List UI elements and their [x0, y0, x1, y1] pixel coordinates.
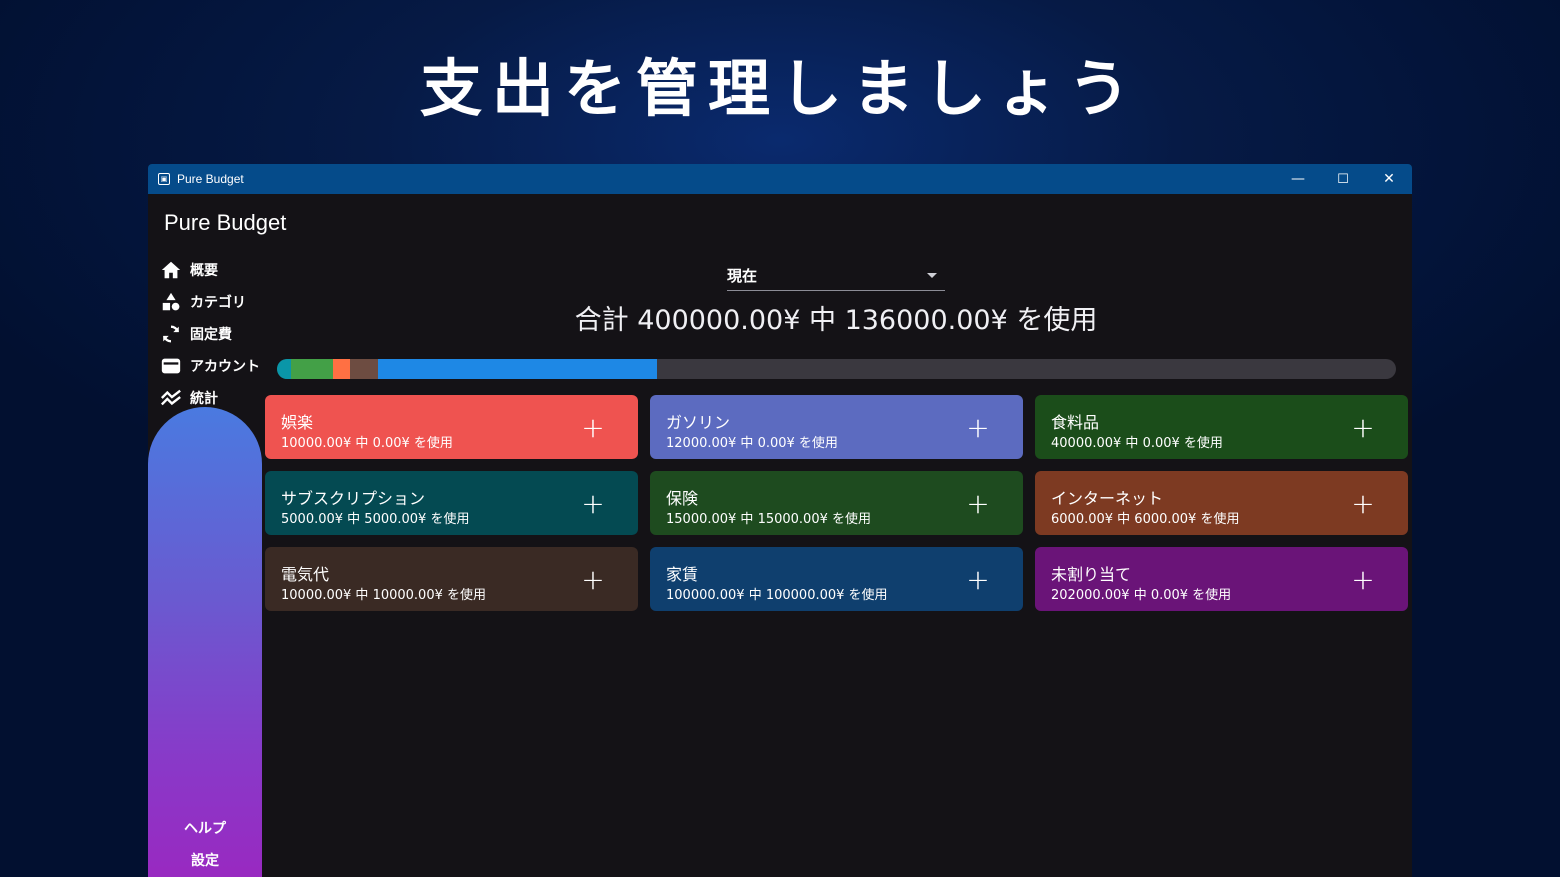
category-card-insurance[interactable]: 保険 15000.00¥ 中 15000.00¥ を使用 + [650, 471, 1023, 535]
progress-segment [290, 359, 333, 379]
category-usage: 202000.00¥ 中 0.00¥ を使用 [1051, 588, 1232, 603]
category-card-groceries[interactable]: 食料品 40000.00¥ 中 0.00¥ を使用 + [1035, 395, 1408, 459]
sidebar-title: Pure Budget [164, 210, 287, 235]
category-name: インターネット [1051, 489, 1164, 508]
window-title: Pure Budget [177, 172, 244, 186]
refresh-icon [162, 325, 180, 343]
budget-progress-bar [277, 359, 1396, 379]
progress-segment [332, 359, 350, 379]
category-name: 家賃 [666, 565, 699, 584]
sidebar-item-label: カテゴリ [190, 295, 246, 311]
category-usage: 5000.00¥ 中 5000.00¥ を使用 [281, 512, 470, 527]
period-selected: 現在 [727, 266, 758, 285]
category-usage: 10000.00¥ 中 10000.00¥ を使用 [281, 588, 486, 603]
title-bar: ▣ Pure Budget — ☐ ✕ [148, 164, 1412, 194]
minimize-button[interactable]: — [1275, 164, 1321, 194]
category-card-rent[interactable]: 家賃 100000.00¥ 中 100000.00¥ を使用 + [650, 547, 1023, 611]
sidebar-item-accounts[interactable]: アカウント [160, 350, 270, 382]
help-link[interactable]: ヘルプ [148, 818, 262, 838]
category-name: 食料品 [1051, 413, 1100, 432]
category-card-gasoline[interactable]: ガソリン 12000.00¥ 中 0.00¥ を使用 + [650, 395, 1023, 459]
category-usage: 6000.00¥ 中 6000.00¥ を使用 [1051, 512, 1240, 527]
progress-segment [377, 359, 658, 379]
sidebar-item-label: アカウント [190, 359, 260, 375]
category-card-internet[interactable]: インターネット 6000.00¥ 中 6000.00¥ を使用 + [1035, 471, 1408, 535]
category-usage: 10000.00¥ 中 0.00¥ を使用 [281, 436, 453, 451]
category-card-electricity[interactable]: 電気代 10000.00¥ 中 10000.00¥ を使用 + [265, 547, 638, 611]
category-card-entertainment[interactable]: 娯楽 10000.00¥ 中 0.00¥ を使用 + [265, 395, 638, 459]
add-expense-button[interactable]: + [578, 563, 608, 596]
sidebar-decoration: ヘルプ 設定 [148, 407, 262, 877]
app-window: ▣ Pure Budget — ☐ ✕ Pure Budget 概要 カテゴリ … [148, 164, 1412, 877]
category-name: 未割り当て [1051, 565, 1132, 584]
home-icon [161, 261, 181, 279]
category-name: 電気代 [281, 565, 330, 584]
add-expense-button[interactable]: + [578, 487, 608, 520]
add-expense-button[interactable]: + [1348, 487, 1378, 520]
category-card-subscription[interactable]: サブスクリプション 5000.00¥ 中 5000.00¥ を使用 + [265, 471, 638, 535]
sidebar-item-overview[interactable]: 概要 [160, 254, 270, 286]
category-usage: 15000.00¥ 中 15000.00¥ を使用 [666, 512, 871, 527]
wallet-icon [161, 358, 181, 374]
total-summary: 合計 400000.00¥ 中 136000.00¥ を使用 [574, 305, 1098, 336]
sidebar-nav: 概要 カテゴリ 固定費 アカウント 統計 [160, 254, 270, 414]
shapes-icon [162, 292, 180, 311]
maximize-button[interactable]: ☐ [1320, 164, 1366, 194]
chart-line-icon [160, 389, 181, 406]
sidebar-item-fixed-costs[interactable]: 固定費 [160, 318, 270, 350]
category-name: 娯楽 [281, 413, 314, 432]
add-expense-button[interactable]: + [1348, 563, 1378, 596]
progress-segment [349, 359, 378, 379]
progress-segment [277, 359, 291, 379]
category-name: 保険 [666, 489, 699, 508]
period-dropdown[interactable]: 現在 [727, 260, 945, 291]
category-usage: 12000.00¥ 中 0.00¥ を使用 [666, 436, 838, 451]
sidebar-item-label: 統計 [190, 391, 218, 407]
category-usage: 40000.00¥ 中 0.00¥ を使用 [1051, 436, 1223, 451]
category-name: サブスクリプション [281, 489, 426, 508]
chevron-down-icon [927, 273, 937, 278]
category-card-unassigned[interactable]: 未割り当て 202000.00¥ 中 0.00¥ を使用 + [1035, 547, 1408, 611]
add-expense-button[interactable]: + [963, 563, 993, 596]
settings-link[interactable]: 設定 [148, 850, 262, 870]
add-expense-button[interactable]: + [578, 411, 608, 444]
close-button[interactable]: ✕ [1366, 164, 1412, 194]
add-expense-button[interactable]: + [963, 487, 993, 520]
promo-headline: 支出を管理しましょう [419, 52, 1140, 125]
sidebar-item-categories[interactable]: カテゴリ [160, 286, 270, 318]
sidebar-item-label: 概要 [190, 263, 218, 279]
category-name: ガソリン [666, 413, 731, 432]
app-icon: ▣ [158, 173, 170, 185]
sidebar-item-label: 固定費 [190, 327, 232, 343]
add-expense-button[interactable]: + [963, 411, 993, 444]
category-usage: 100000.00¥ 中 100000.00¥ を使用 [666, 588, 888, 603]
add-expense-button[interactable]: + [1348, 411, 1378, 444]
